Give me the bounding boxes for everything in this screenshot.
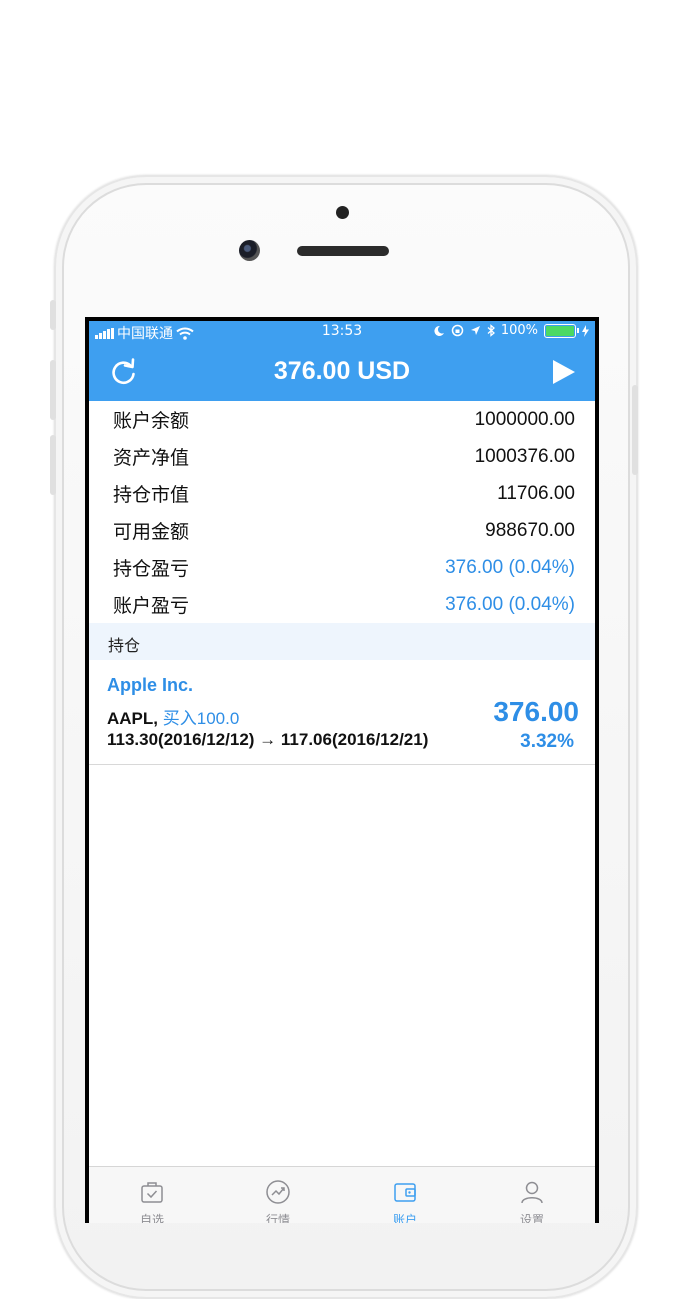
tab-account[interactable]: 账户 <box>342 1167 468 1223</box>
account-row-available: 可用金额 988670.00 <box>89 512 595 549</box>
app-screen: 中国联通 13:53 100% 376.00 USD 账户余额 1000000.… <box>89 321 595 1223</box>
position-pl: 376.00 <box>493 696 579 727</box>
tab-settings[interactable]: 设置 <box>469 1167 595 1223</box>
position-pct: 3.32% <box>520 731 574 752</box>
tab-label: 账户 <box>392 1213 417 1223</box>
tab-label: 行情 <box>265 1213 290 1223</box>
mute-switch <box>50 300 56 330</box>
account-row-position-value: 持仓市值 11706.00 <box>89 475 595 512</box>
earpiece-speaker <box>297 246 389 256</box>
front-camera <box>239 240 260 261</box>
account-row-account-pl: 账户盈亏 376.00 (0.04%) <box>89 586 595 623</box>
wallet-icon <box>394 1183 416 1202</box>
row-label: 资产净值 <box>113 447 190 469</box>
tab-market[interactable]: 行情 <box>215 1167 341 1223</box>
battery-icon <box>544 323 579 338</box>
play-icon[interactable] <box>551 359 577 385</box>
position-price-change: 113.30(2016/12/12) → 117.06(2016/12/21) <box>107 730 429 749</box>
account-row-net-asset: 资产净值 1000376.00 <box>89 438 595 475</box>
account-row-position-pl: 持仓盈亏 376.00 (0.04%) <box>89 549 595 586</box>
row-label: 账户余额 <box>113 410 190 432</box>
volume-up-button <box>50 360 56 420</box>
row-value: 988670.00 <box>485 519 575 541</box>
moon-icon <box>434 325 444 336</box>
position-trade-line: AAPL, 买入100.0 <box>107 704 239 729</box>
position-company-name: Apple Inc. <box>107 675 194 695</box>
row-value: 376.00 (0.04%) <box>445 593 575 615</box>
charging-icon <box>582 324 589 337</box>
page-title: 376.00 USD <box>273 357 411 385</box>
status-bar: 中国联通 13:53 100% <box>89 321 595 343</box>
nav-bar: 376.00 USD <box>89 343 595 401</box>
rotation-lock-icon <box>451 324 464 337</box>
power-button <box>632 385 638 475</box>
account-row-balance: 账户余额 1000000.00 <box>89 401 595 438</box>
location-icon <box>470 326 480 335</box>
row-label: 持仓市值 <box>113 484 190 506</box>
tab-watchlist[interactable]: 自选 <box>89 1167 215 1223</box>
tab-label: 设置 <box>519 1213 544 1223</box>
bag-check-icon <box>141 1182 163 1203</box>
row-value: 11706.00 <box>497 482 575 504</box>
position-action: 买入100.0 <box>162 709 240 728</box>
row-label: 账户盈亏 <box>113 595 190 617</box>
row-label: 可用金额 <box>113 521 190 543</box>
phone-screen: 中国联通 13:53 100% 376.00 USD 账户余额 1000000.… <box>85 317 599 1223</box>
tab-bar: 自选 行情 账户 设置 <box>89 1166 595 1223</box>
battery-percent: 100% <box>500 323 538 338</box>
row-value: 376.00 (0.04%) <box>445 556 575 578</box>
status-bar-right: 100% <box>433 323 589 338</box>
volume-down-button <box>50 435 56 495</box>
row-label: 持仓盈亏 <box>113 558 190 580</box>
position-cell[interactable]: Apple Inc. AAPL, 买入100.0 113.30(2016/12/… <box>89 660 595 765</box>
row-value: 1000000.00 <box>474 408 575 430</box>
account-summary: 账户余额 1000000.00 资产净值 1000376.00 持仓市值 117… <box>89 401 595 623</box>
positions-section-header: 持仓 <box>89 623 595 660</box>
section-title: 持仓 <box>108 636 141 655</box>
person-icon <box>521 1181 543 1204</box>
trend-chart-icon <box>266 1180 290 1204</box>
proximity-sensor <box>336 206 349 219</box>
row-value: 1000376.00 <box>474 445 575 467</box>
tab-label: 自选 <box>139 1213 164 1223</box>
position-symbol: AAPL, <box>107 709 158 728</box>
bluetooth-icon <box>487 324 495 337</box>
